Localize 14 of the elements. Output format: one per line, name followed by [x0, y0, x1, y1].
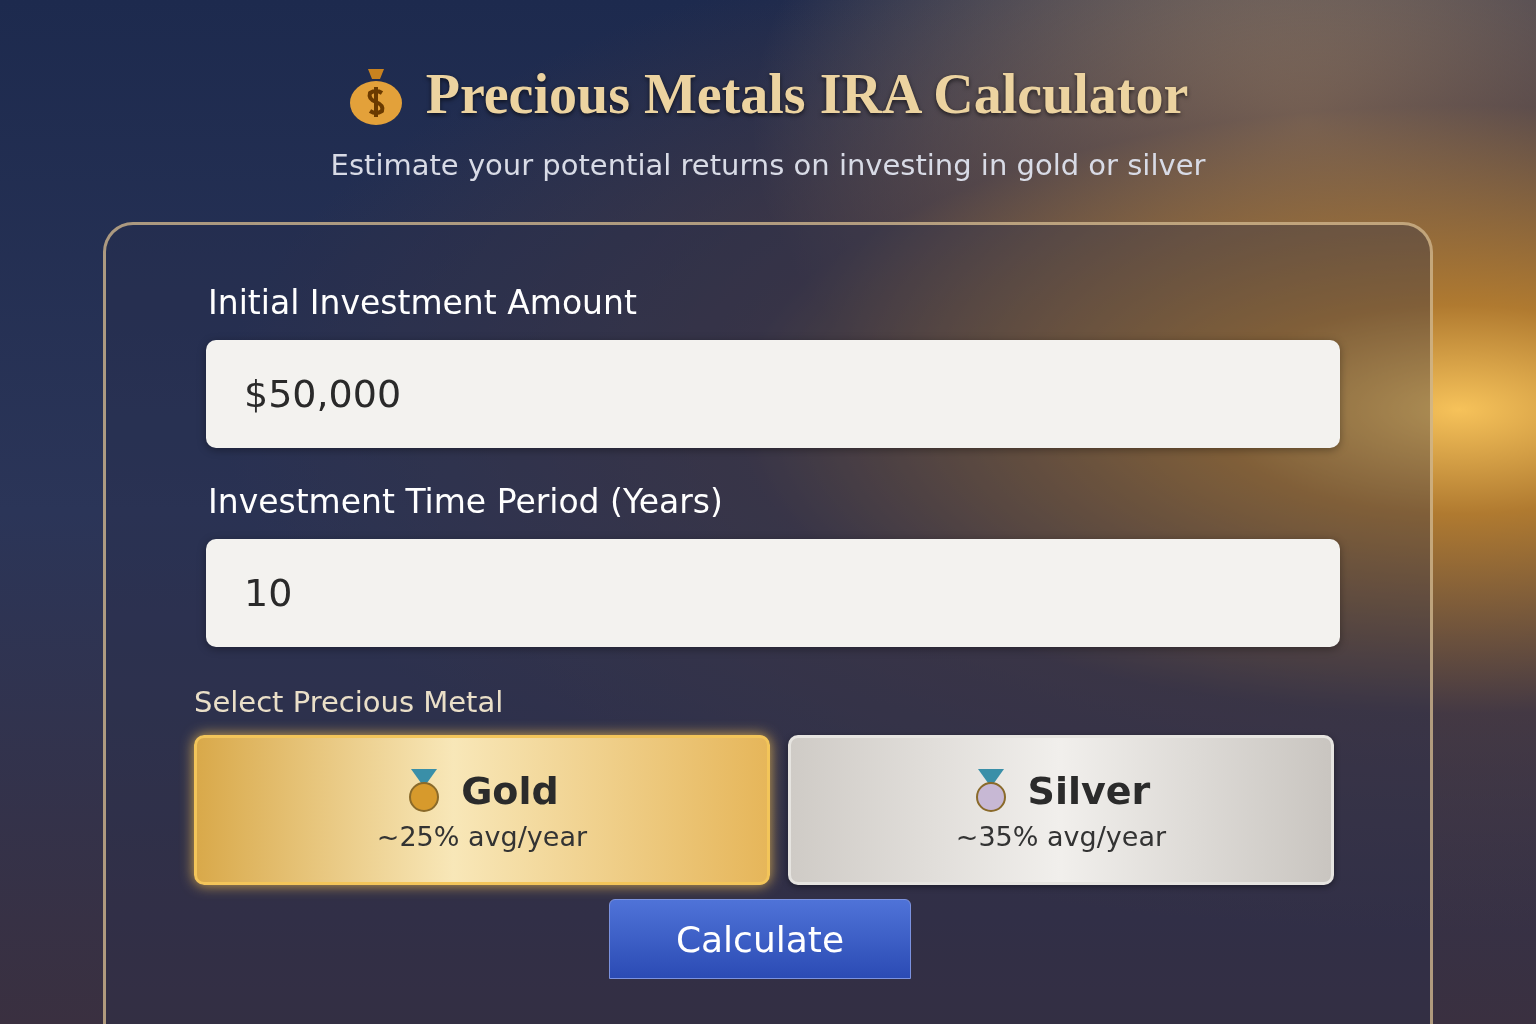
- option-name: Silver: [1027, 768, 1151, 813]
- calculate-button[interactable]: Calculate: [609, 899, 911, 979]
- page-subtitle: Estimate your potential returns on investing in gold or silver: [330, 148, 1206, 182]
- option-name: Gold: [461, 768, 559, 813]
- field-label: Initial Investment Amount: [208, 283, 638, 322]
- input-field[interactable]: 10: [206, 539, 1340, 647]
- field-label: Investment Time Period (Years): [208, 482, 724, 521]
- metal-option[interactable]: Gold ~25% avg/year: [194, 735, 770, 885]
- option-rate: ~25% avg/year: [376, 820, 588, 852]
- section-label: Select Precious Metal: [194, 685, 505, 719]
- metal-option[interactable]: Silver ~35% avg/year: [787, 735, 1334, 885]
- page-title: Precious Metals IRA Calculator: [425, 62, 1189, 126]
- option-rate: ~35% avg/year: [955, 820, 1167, 852]
- input-field[interactable]: $50,000: [206, 340, 1340, 448]
